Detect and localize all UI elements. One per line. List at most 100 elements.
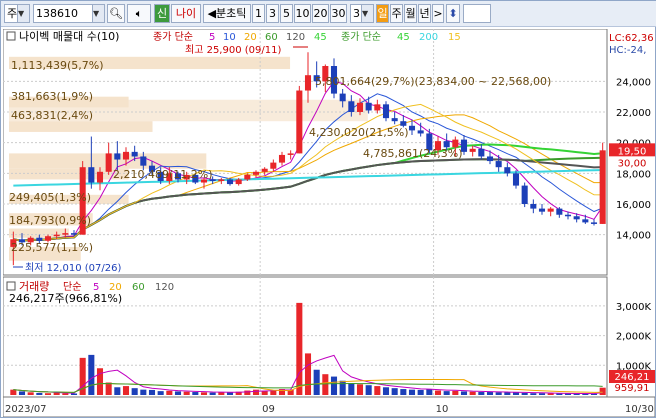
candle-body	[244, 174, 251, 180]
period-button-주[interactable]: 주	[390, 4, 403, 23]
price-tick-label: 16,000	[616, 200, 651, 211]
interval-button-30[interactable]: 30	[330, 4, 347, 23]
candle-body	[140, 156, 147, 166]
candle-body	[495, 161, 502, 168]
candle-body	[70, 233, 78, 235]
volume-bar	[18, 391, 26, 395]
interval-button-20[interactable]: 20	[312, 4, 329, 23]
ma-legend-120: 120	[286, 32, 305, 43]
volume-bar	[382, 387, 390, 395]
split-tick-button[interactable]: ◀분초틱	[203, 4, 251, 23]
volume-bar	[122, 386, 130, 395]
candle-body	[573, 216, 580, 220]
candle-body	[538, 208, 546, 212]
volume-bar	[443, 391, 450, 395]
candle-body	[105, 153, 112, 172]
volume-bar	[426, 389, 433, 395]
candle-body	[296, 90, 303, 154]
candle-body	[556, 208, 563, 215]
volume-bar	[192, 392, 199, 395]
candle-body	[599, 150, 606, 224]
volume-profile-label: 463,831(2,4%)	[11, 109, 93, 122]
volume-current-label: 246,217주(966,81%)	[9, 292, 122, 305]
candle-body	[226, 179, 234, 185]
next-button[interactable]: >	[432, 4, 444, 23]
market-select[interactable]: 주 ▼	[4, 4, 30, 23]
candle-body	[122, 151, 130, 160]
candle-body	[270, 162, 277, 169]
candle-body	[53, 234, 60, 237]
volume-bar	[148, 389, 156, 395]
volume-tick-label: 3,000K	[616, 302, 652, 313]
chart-area[interactable]: 14,00016,00018,00020,00022,00024,0001,00…	[2, 28, 656, 418]
ma2-legend-title: 종가 단순	[341, 31, 381, 43]
chart-svg[interactable]: 14,00016,00018,00020,00022,00024,0001,00…	[2, 28, 656, 418]
sound-button[interactable]: 🔈︎	[127, 4, 151, 23]
code-input[interactable]: 138610 ▼	[33, 4, 105, 23]
updown-button[interactable]: ⬍	[446, 4, 460, 23]
low-price-label: 최저 12,010 (07/26)	[25, 262, 121, 274]
next-arrow: >	[433, 7, 443, 20]
volume-profile-label: 225,577(1,1%)	[11, 241, 93, 254]
volume-bar	[183, 391, 190, 395]
volume-bar	[365, 385, 372, 395]
search-button[interactable]: 🔍︎	[107, 4, 125, 23]
volume-bar	[70, 393, 78, 395]
candle-body	[114, 153, 121, 160]
volume-bar	[356, 384, 364, 395]
candle-body	[252, 171, 260, 175]
volume-current-value: 246,21	[615, 372, 650, 383]
candle-body	[408, 125, 416, 131]
date-label: 2023/07	[5, 404, 47, 415]
lc-label: LC:62,36	[609, 33, 654, 44]
volume-bar	[10, 389, 17, 395]
period-button-년[interactable]: 년	[418, 4, 431, 23]
volume-bar	[547, 393, 554, 395]
candle-body	[62, 233, 69, 235]
search-icon: 🔍︎	[109, 7, 123, 20]
volume-bar	[348, 383, 355, 395]
interval-button-10[interactable]: 10	[294, 4, 311, 23]
volume-bar	[96, 368, 104, 395]
stock-name-field[interactable]: 나이	[171, 4, 201, 23]
interval-button-5[interactable]: 5	[280, 4, 293, 23]
chevron-down-icon: ▼	[361, 5, 373, 22]
new-high-label: 신	[156, 7, 168, 20]
volume-bar	[296, 302, 303, 395]
volume-profile-label: 1,113,439(5,7%)	[11, 59, 104, 72]
volume-bar	[304, 353, 312, 395]
volume-bar	[486, 392, 494, 395]
blank-input[interactable]	[463, 4, 491, 23]
period-button-월[interactable]: 월	[404, 4, 417, 23]
volume-tick-label: 2,000K	[616, 332, 652, 343]
high-price-label: 최고 25,900 (09/11)	[185, 44, 281, 56]
volume-bar	[495, 392, 502, 395]
new-high-button[interactable]: 신	[154, 4, 170, 23]
volume-profile-band	[9, 121, 153, 132]
stock-name: 나이	[175, 7, 197, 20]
interval-button-3[interactable]: 3	[266, 4, 279, 23]
volume-profile-label: 381,663(1,9%)	[11, 90, 93, 103]
count-select[interactable]: 3 ▼	[350, 4, 374, 23]
interval-button-1[interactable]: 1	[252, 4, 265, 23]
current-pct-label: 30,00	[618, 158, 647, 169]
volume-bar	[521, 392, 528, 395]
volume-bar	[209, 392, 216, 395]
volume-ma-legend-60: 60	[132, 282, 145, 293]
candle-body	[478, 148, 485, 157]
period-button-일[interactable]: 일	[376, 4, 389, 23]
candle-body	[391, 118, 398, 122]
volume-bar	[512, 392, 520, 395]
volume-bar	[157, 391, 164, 395]
ma-legend-10: 10	[223, 32, 236, 43]
candle-body	[530, 204, 537, 209]
volume-bar	[504, 392, 511, 395]
volume-profile-label: 184,793(0,9%)	[9, 214, 91, 227]
date-label: 10/30	[625, 404, 654, 415]
candle-body	[590, 222, 598, 224]
volume-bar	[27, 392, 34, 395]
candle-body	[96, 171, 104, 183]
count-value: 3	[353, 7, 360, 20]
candle-body	[339, 93, 346, 102]
code-input-value: 138610	[36, 7, 78, 20]
